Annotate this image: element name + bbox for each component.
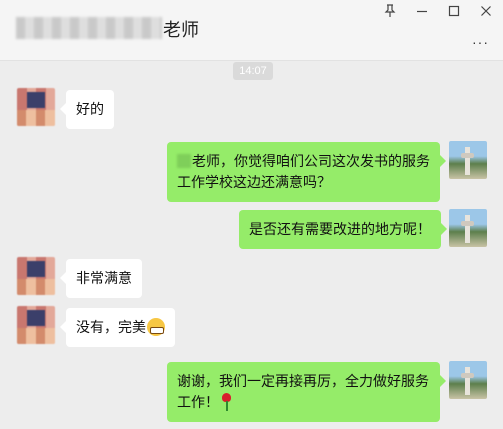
message-bubble-incoming: 非常满意 — [60, 259, 142, 298]
message-text: 非常满意 — [76, 270, 132, 286]
pin-icon[interactable] — [383, 4, 397, 18]
my-avatar[interactable] — [449, 361, 487, 399]
chat-header: 老师 ··· — [0, 0, 503, 61]
message-text: 好的 — [76, 101, 104, 117]
more-options-icon[interactable]: ··· — [472, 34, 489, 50]
my-avatar[interactable] — [449, 141, 487, 179]
message-text: 谢谢，我们一定再接再厉，全力做好服务工作！ — [177, 373, 429, 410]
message-timestamp: 14:07 — [233, 62, 273, 80]
redacted-name — [177, 154, 191, 168]
message-bubble-outgoing: 老师，你觉得咱们公司这次发书的服务工作学校这边还满意吗？ — [167, 142, 446, 202]
contact-avatar[interactable] — [17, 88, 55, 126]
message-bubble-incoming: 没有，完美 — [60, 308, 175, 347]
message-bubble-outgoing: 谢谢，我们一定再接再厉，全力做好服务工作！ — [167, 362, 446, 422]
message-bubble-incoming: 好的 — [60, 90, 114, 129]
window-controls — [383, 4, 493, 18]
grinning-face-icon — [147, 318, 165, 336]
maximize-icon[interactable] — [447, 4, 461, 18]
chat-title: 老师 — [163, 20, 199, 40]
my-avatar[interactable] — [449, 209, 487, 247]
message-text: 老师，你觉得咱们公司这次发书的服务工作学校这边还满意吗？ — [177, 153, 430, 190]
close-icon[interactable] — [479, 4, 493, 18]
message-bubble-outgoing: 是否还有需要改进的地方呢！ — [239, 210, 447, 249]
contact-avatar[interactable] — [17, 257, 55, 295]
message-text: 是否还有需要改进的地方呢！ — [249, 221, 431, 237]
message-text: 没有，完美 — [76, 319, 146, 335]
contact-avatar[interactable] — [17, 306, 55, 344]
rose-icon — [219, 393, 233, 411]
minimize-icon[interactable] — [415, 4, 429, 18]
contact-name-redacted — [16, 17, 162, 39]
